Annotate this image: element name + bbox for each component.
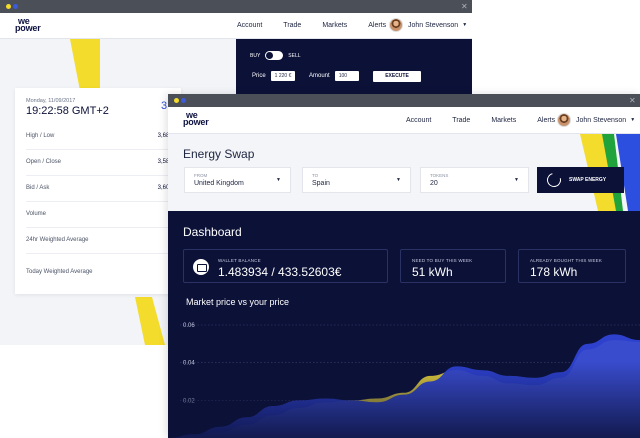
execute-button[interactable]: EXECUTE bbox=[373, 71, 421, 82]
stats-date: Monday, 11/09/2017 bbox=[26, 98, 76, 104]
main-nav: Account Trade Markets Alerts bbox=[237, 22, 407, 29]
logo-line-2: power bbox=[183, 117, 209, 127]
avatar bbox=[389, 18, 403, 32]
tokens-value: 20 bbox=[430, 180, 438, 187]
buy-sell-toggle-row: BUY SELL bbox=[250, 51, 301, 60]
stats-price: 3 bbox=[161, 100, 168, 112]
dashboard-section: Dashboard WALLET BALANCE 1.483934 / 433.… bbox=[168, 211, 640, 438]
amount-label: Amount bbox=[309, 73, 330, 79]
nav-alerts[interactable]: Alerts bbox=[368, 22, 386, 29]
swap-energy-button[interactable]: SWAP ENERGY bbox=[537, 167, 624, 193]
screenshot-stage: ✕ we power Account Trade Markets Alerts … bbox=[0, 0, 640, 438]
stat-label: 24hr Weighted Average bbox=[26, 237, 89, 243]
sell-label: SELL bbox=[288, 52, 301, 59]
to-select[interactable]: TO Spain ▼ bbox=[302, 167, 411, 193]
stat-row: Today Weighted Average bbox=[26, 260, 181, 286]
from-select[interactable]: FROM United Kingdom ▼ bbox=[184, 167, 291, 193]
chevron-down-icon: ▼ bbox=[396, 177, 401, 183]
nav-markets[interactable]: Markets bbox=[322, 22, 347, 29]
close-icon[interactable]: ✕ bbox=[629, 94, 636, 107]
user-name: John Stevenson bbox=[408, 21, 459, 29]
stat-row: Open / Close 3,581.00 bbox=[26, 150, 181, 176]
caret-down-icon: ▼ bbox=[630, 117, 636, 123]
app-header: we power Account Trade Markets Alerts Jo… bbox=[168, 107, 640, 134]
logo-line-2: power bbox=[15, 23, 41, 33]
chart-fade-overlay bbox=[168, 361, 640, 438]
stat-row: Bid / Ask 3,602.00 bbox=[26, 176, 181, 202]
wepower-logo[interactable]: we power bbox=[15, 17, 41, 33]
energy-swap-window: ✕ we power Account Trade Markets Alerts … bbox=[168, 94, 640, 438]
amount-field-row: Amount 100 bbox=[309, 71, 359, 81]
nav-account[interactable]: Account bbox=[237, 22, 262, 29]
trade-panel: BUY SELL Price 1 220 € Amount 100 EXECUT… bbox=[236, 39, 472, 95]
buy-sell-toggle[interactable] bbox=[265, 51, 284, 60]
to-value: Spain bbox=[312, 180, 330, 187]
stat-label: High / Low bbox=[26, 133, 55, 139]
chevron-down-icon: ▼ bbox=[514, 177, 519, 183]
price-label: Price bbox=[252, 73, 266, 79]
wepower-logo[interactable]: we power bbox=[183, 111, 209, 127]
stat-label: Today Weighted Average bbox=[26, 269, 93, 275]
window-dot-yellow[interactable] bbox=[6, 4, 11, 9]
stats-time: 19:22:58 GMT+2 bbox=[26, 105, 109, 117]
from-value: United Kingdom bbox=[194, 180, 244, 187]
buy-label: BUY bbox=[250, 52, 261, 59]
stat-label: Volume bbox=[26, 211, 47, 217]
window-dot-blue[interactable] bbox=[181, 98, 186, 103]
market-price-chart: 0.060.040.02 bbox=[168, 323, 640, 438]
close-icon[interactable]: ✕ bbox=[461, 0, 468, 13]
nav-trade[interactable]: Trade bbox=[283, 22, 301, 29]
stat-row: 24hr Weighted Average bbox=[26, 228, 181, 254]
window-titlebar: ✕ bbox=[0, 0, 472, 13]
caret-down-icon: ▼ bbox=[462, 22, 468, 28]
market-stats-card: Monday, 11/09/2017 19:22:58 GMT+2 3 High… bbox=[15, 88, 181, 294]
window-dot-yellow[interactable] bbox=[174, 98, 179, 103]
main-nav: Account Trade Markets Alerts bbox=[406, 117, 576, 124]
avatar bbox=[557, 113, 571, 127]
swap-arrows-icon bbox=[544, 170, 564, 190]
stat-row: Volume 737 bbox=[26, 202, 181, 228]
swap-energy-label: SWAP ENERGY bbox=[569, 177, 607, 183]
user-menu[interactable]: John Stevenson ▼ bbox=[557, 113, 635, 127]
tokens-select[interactable]: TOKENS 20 ▼ bbox=[420, 167, 529, 193]
nav-markets[interactable]: Markets bbox=[491, 117, 516, 124]
to-caption: TO bbox=[312, 173, 319, 178]
user-name: John Stevenson bbox=[576, 116, 627, 124]
tokens-caption: TOKENS bbox=[430, 173, 449, 178]
stat-row: High / Low 3,685.31 bbox=[26, 124, 181, 150]
nav-alerts[interactable]: Alerts bbox=[537, 117, 555, 124]
window-dot-blue[interactable] bbox=[13, 4, 18, 9]
y-tick-label: 0.06 bbox=[183, 323, 195, 329]
app-header: we power Account Trade Markets Alerts Jo… bbox=[0, 13, 472, 39]
from-caption: FROM bbox=[194, 173, 208, 178]
nav-trade[interactable]: Trade bbox=[452, 117, 470, 124]
stat-label: Open / Close bbox=[26, 159, 62, 165]
stat-label: Bid / Ask bbox=[26, 185, 50, 191]
nav-account[interactable]: Account bbox=[406, 117, 431, 124]
window-titlebar: ✕ bbox=[168, 94, 640, 107]
price-field-row: Price 1 220 € bbox=[252, 71, 296, 81]
price-input[interactable]: 1 220 € bbox=[270, 71, 296, 81]
energy-swap-section: Energy Swap FROM United Kingdom ▼ TO Spa… bbox=[168, 134, 640, 211]
page-title: Energy Swap bbox=[183, 147, 255, 161]
user-menu[interactable]: John Stevenson ▼ bbox=[389, 18, 467, 32]
amount-input[interactable]: 100 bbox=[334, 71, 359, 81]
chevron-down-icon: ▼ bbox=[276, 177, 281, 183]
